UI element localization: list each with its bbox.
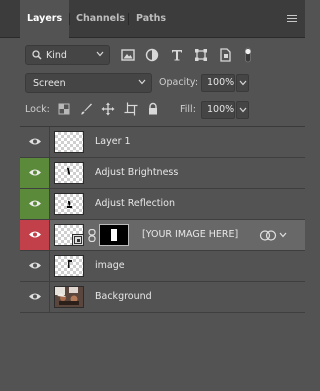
fill-label: Fill: (180, 104, 196, 115)
small-mark-icon (68, 260, 72, 268)
tab-divider (69, 13, 70, 25)
eye-icon (29, 293, 41, 300)
filter-kind-label: Kind (46, 50, 67, 61)
lock-all-icon[interactable] (146, 102, 160, 116)
fill-dropdown-button[interactable] (236, 101, 249, 119)
eye-icon (29, 138, 41, 145)
layer-thumbnail (54, 255, 84, 277)
fill-input[interactable]: 100% (201, 101, 235, 119)
eye-icon (29, 200, 41, 207)
visibility-toggle[interactable] (20, 282, 50, 312)
opacity-input[interactable]: 100% (201, 74, 235, 92)
smart-object-filter-icon[interactable] (217, 47, 233, 63)
layers-empty-area (0, 316, 305, 391)
layer-row[interactable]: Adjust Brightness (20, 158, 305, 189)
blend-mode-value: Screen (33, 78, 66, 89)
layer-name: image (95, 260, 125, 271)
layer-thumbnail (54, 286, 84, 308)
opacity-label: Opacity: (159, 77, 199, 88)
layers-list: Layer 1 Adjust Brightness Adjust Reflect… (20, 126, 305, 317)
layer-row[interactable]: Layer 1 (20, 127, 305, 158)
visibility-toggle[interactable] (20, 220, 50, 250)
panel-menu-icon[interactable] (287, 15, 297, 23)
brush-stroke-icon (67, 167, 70, 175)
chevron-down-icon (239, 107, 247, 113)
adjustment-filter-icon[interactable] (144, 47, 160, 63)
lock-position-icon[interactable] (101, 102, 115, 116)
layer-name: [YOUR IMAGE HERE] (142, 229, 239, 240)
lock-artboard-icon[interactable] (124, 102, 138, 116)
visibility-toggle[interactable] (20, 189, 50, 219)
layer-thumbnail (54, 162, 84, 184)
eye-icon (29, 169, 41, 176)
panel-left-gutter (0, 126, 20, 316)
visibility-toggle[interactable] (20, 251, 50, 281)
eye-icon (29, 231, 41, 238)
link-chain-icon[interactable] (88, 229, 96, 242)
chevron-down-icon (239, 80, 247, 86)
layer-row[interactable]: Background (20, 282, 305, 313)
eye-icon (29, 262, 41, 269)
brush-stroke-icon (67, 200, 72, 208)
type-filter-icon[interactable] (169, 47, 185, 63)
layer-name: Adjust Reflection (95, 198, 175, 209)
layer-thumbnail (54, 131, 84, 153)
chevron-down-icon[interactable] (279, 232, 287, 238)
shape-filter-icon[interactable] (193, 47, 209, 63)
panel-tab-bar: Layers Channels Paths (0, 0, 305, 38)
lock-transparent-pixels-icon[interactable] (57, 102, 71, 116)
layers-panel: Layers Channels Paths Kind Screen Opacit… (0, 0, 305, 391)
tab-layers[interactable]: Layers (20, 0, 69, 38)
lock-label: Lock: (25, 104, 50, 115)
search-icon (32, 50, 42, 60)
tab-paths[interactable]: Paths (136, 0, 166, 37)
image-filter-icon[interactable] (120, 47, 136, 63)
smart-object-badge-icon (72, 234, 84, 246)
layer-row[interactable]: image (20, 251, 305, 282)
layer-name: Background (95, 291, 152, 302)
filter-toggle-icon[interactable] (240, 47, 256, 63)
tab-divider (128, 13, 129, 25)
filter-kind-dropdown[interactable]: Kind (25, 45, 110, 65)
layer-row-selected[interactable]: [YOUR IMAGE HERE] (20, 220, 305, 251)
visibility-toggle[interactable] (20, 127, 50, 157)
layer-mask-thumbnail[interactable] (99, 224, 129, 246)
blend-if-icon[interactable] (259, 229, 277, 242)
lock-image-pixels-icon[interactable] (79, 102, 93, 116)
chevron-down-icon (96, 51, 104, 57)
blend-mode-dropdown[interactable]: Screen (25, 73, 152, 93)
layer-name: Adjust Brightness (95, 167, 179, 178)
layer-name: Layer 1 (95, 136, 131, 147)
opacity-dropdown-button[interactable] (236, 74, 249, 92)
layer-row[interactable]: Adjust Reflection (20, 189, 305, 220)
layer-thumbnail (54, 193, 84, 215)
tab-channels[interactable]: Channels (76, 0, 125, 37)
photo-thumbnail-icon (55, 287, 83, 307)
visibility-toggle[interactable] (20, 158, 50, 188)
chevron-down-icon (138, 79, 146, 85)
